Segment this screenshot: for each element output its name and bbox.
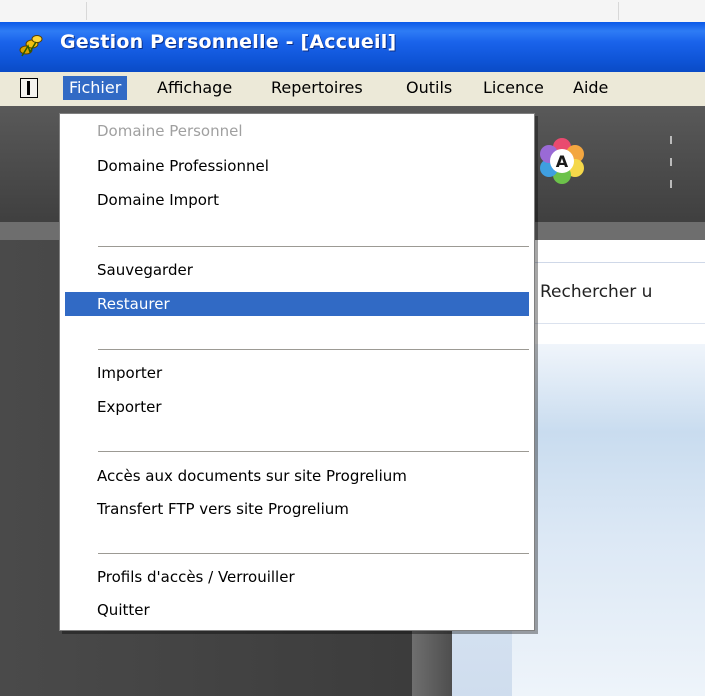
menu-item-sauvegarder[interactable]: Sauvegarder — [65, 258, 529, 282]
strip-divider — [86, 2, 87, 20]
toolbar-separator — [670, 180, 672, 188]
menu-licence[interactable]: Licence — [477, 76, 550, 100]
coins-icon[interactable] — [18, 32, 44, 58]
menu-separator — [98, 553, 529, 554]
menu-item-domaine-personnel[interactable]: Domaine Personnel — [65, 119, 529, 143]
menu-item-transfert-ftp[interactable]: Transfert FTP vers site Progrelium — [65, 497, 529, 521]
strip-divider — [618, 2, 619, 20]
menu-separator — [98, 451, 529, 452]
menu-item-domaine-professionnel[interactable]: Domaine Professionnel — [65, 154, 529, 178]
search-label[interactable]: Rechercher u — [540, 282, 652, 302]
menu-item-domaine-import[interactable]: Domaine Import — [65, 188, 529, 212]
menu-item-importer[interactable]: Importer — [65, 361, 529, 385]
menu-bar: Fichier Affichage Repertoires Outils Lic… — [0, 72, 705, 107]
menu-fichier[interactable]: Fichier — [63, 76, 128, 100]
top-strip — [0, 0, 705, 22]
system-menu-icon[interactable] — [20, 78, 38, 98]
menu-item-restaurer[interactable]: Restaurer — [65, 292, 529, 316]
menu-separator — [98, 349, 529, 350]
flower-a-logo-icon[interactable]: A — [536, 135, 588, 187]
menu-repertoires[interactable]: Repertoires — [265, 76, 369, 100]
menu-separator — [98, 246, 529, 247]
file-menu-dropdown: Domaine Personnel Domaine Professionnel … — [59, 113, 535, 631]
menu-aide[interactable]: Aide — [567, 76, 614, 100]
menu-item-exporter[interactable]: Exporter — [65, 395, 529, 419]
svg-text:A: A — [556, 152, 569, 171]
toolbar-separator — [670, 158, 672, 166]
menu-affichage[interactable]: Affichage — [151, 76, 238, 100]
menu-item-quitter[interactable]: Quitter — [65, 598, 529, 622]
title-bar[interactable]: Gestion Personnelle - [Accueil] — [0, 22, 705, 72]
toolbar-separator — [670, 136, 672, 144]
menu-item-profils-acces[interactable]: Profils d'accès / Verrouiller — [65, 565, 529, 589]
menu-item-acces-documents[interactable]: Accès aux documents sur site Progrelium — [65, 464, 529, 488]
menu-outils[interactable]: Outils — [400, 76, 458, 100]
window-title: Gestion Personnelle - [Accueil] — [60, 31, 397, 53]
